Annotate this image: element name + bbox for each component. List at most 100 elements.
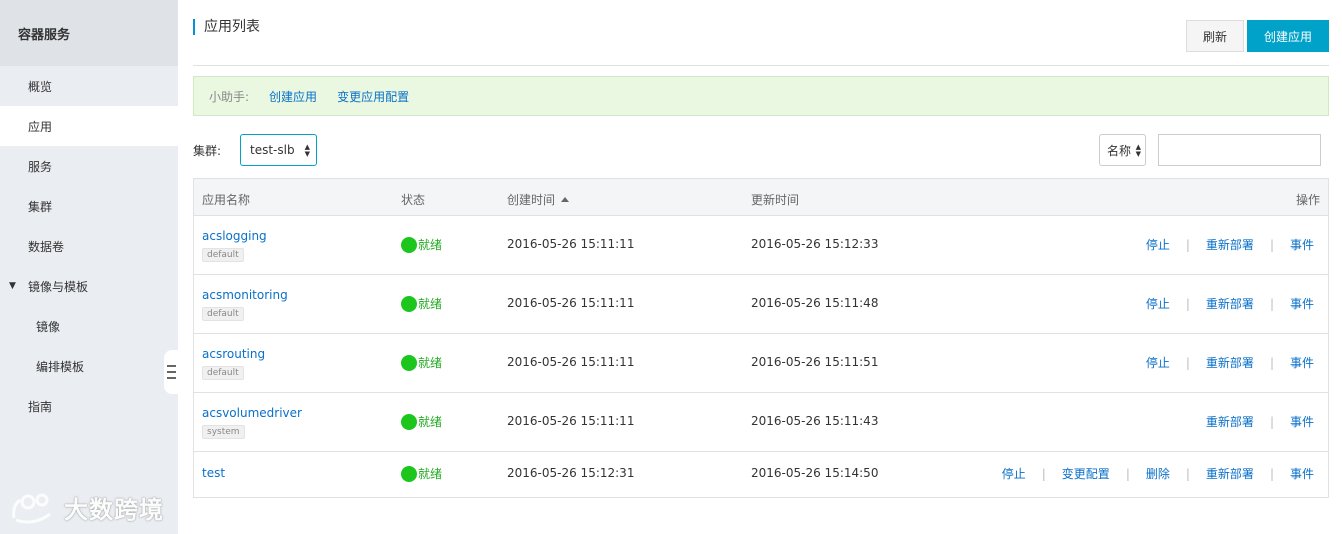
action-separator: | [1125, 466, 1130, 481]
sort-asc-icon [561, 197, 570, 202]
updated-time: 2016-05-26 15:11:48 [751, 296, 879, 310]
helper-link-create-app[interactable]: 创建应用 [269, 88, 317, 105]
row-actions: 停止 | 变更配置 | 删除 | 重新部署 | 事件 [1002, 465, 1314, 482]
cluster-select-value: test-slb [250, 143, 295, 157]
events-action[interactable]: 事件 [1290, 465, 1314, 482]
created-time: 2016-05-26 15:11:11 [507, 296, 635, 310]
events-action[interactable]: 事件 [1290, 413, 1314, 430]
redeploy-action[interactable]: 重新部署 [1206, 236, 1254, 253]
app-tag: default [202, 366, 244, 380]
action-separator: | [1269, 414, 1274, 429]
app-name-link[interactable]: test [202, 466, 225, 480]
sidebar-item-services[interactable]: 服务 [0, 146, 178, 186]
status-text: 就绪 [418, 356, 443, 370]
change-config-action[interactable]: 变更配置 [1062, 465, 1110, 482]
page-title: 应用列表 [193, 19, 260, 35]
stop-action[interactable]: 停止 [1146, 295, 1170, 312]
col-header-created[interactable]: 创建时间 [507, 191, 570, 208]
stop-action[interactable]: 停止 [1002, 465, 1026, 482]
helper-bar: 小助手: 创建应用 变更应用配置 [193, 76, 1329, 116]
sidebar-title: 容器服务 [0, 0, 178, 66]
action-separator: | [1269, 355, 1274, 370]
events-action[interactable]: 事件 [1290, 295, 1314, 312]
status-dot-icon [401, 465, 417, 482]
updated-time: 2016-05-26 15:11:51 [751, 355, 879, 369]
stop-action[interactable]: 停止 [1146, 236, 1170, 253]
status-badge: 就绪 [401, 465, 442, 482]
stop-action[interactable]: 停止 [1146, 354, 1170, 371]
table-row: acsrouting default 就绪 2016-05-26 15:11:1… [194, 334, 1328, 393]
sidebar-item-images[interactable]: 镜像 [0, 306, 178, 346]
search-field-select-value: 名称 [1107, 143, 1132, 158]
action-separator: | [1269, 296, 1274, 311]
table-row: acsvolumedriver system 就绪 2016-05-26 15:… [194, 393, 1328, 452]
col-header-updated: 更新时间 [751, 193, 800, 207]
status-badge: 就绪 [401, 295, 442, 312]
refresh-button[interactable]: 刷新 [1186, 20, 1244, 52]
app-table: 应用名称 状态 创建时间 更新时间 操作 acslogging default … [193, 178, 1329, 498]
updated-time: 2016-05-26 15:12:33 [751, 237, 879, 251]
status-dot-icon [401, 354, 417, 371]
sidebar-item-volumes[interactable]: 数据卷 [0, 226, 178, 266]
status-dot-icon [401, 236, 417, 253]
table-row: test 就绪 2016-05-26 15:12:31 2016-05-26 1… [194, 452, 1328, 497]
created-time: 2016-05-26 15:11:11 [507, 237, 635, 251]
app-name-link[interactable]: acsmonitoring [202, 288, 288, 302]
redeploy-action[interactable]: 重新部署 [1206, 465, 1254, 482]
sidebar-item-guide[interactable]: 指南 [0, 386, 178, 426]
app-tag: system [202, 425, 245, 439]
watermark-logo-icon [12, 493, 51, 523]
action-separator: | [1185, 237, 1190, 252]
app-name-link[interactable]: acsvolumedriver [202, 406, 302, 420]
row-actions: 停止 | 重新部署 | 事件 [1146, 236, 1314, 253]
redeploy-action[interactable]: 重新部署 [1206, 413, 1254, 430]
cluster-select[interactable]: test-slb ▲ ▼ [240, 134, 317, 166]
action-separator: | [1269, 237, 1274, 252]
updated-time: 2016-05-26 15:11:43 [751, 414, 879, 428]
col-header-status: 状态 [401, 193, 426, 207]
row-actions: 停止 | 重新部署 | 事件 [1146, 295, 1314, 312]
app-name-link[interactable]: acsrouting [202, 347, 265, 361]
app-tag: default [202, 307, 244, 321]
sidebar-item-applications[interactable]: 应用 [0, 106, 178, 146]
redeploy-action[interactable]: 重新部署 [1206, 354, 1254, 371]
sidebar-item-clusters[interactable]: 集群 [0, 186, 178, 226]
app-name-link[interactable]: acslogging [202, 229, 267, 243]
action-separator: | [1185, 296, 1190, 311]
status-text: 就绪 [418, 467, 443, 481]
action-separator: | [1185, 466, 1190, 481]
sidebar-item-orchestration-templates[interactable]: 编排模板 [0, 346, 178, 386]
status-dot-icon [401, 295, 417, 312]
events-action[interactable]: 事件 [1290, 354, 1314, 371]
created-time: 2016-05-26 15:11:11 [507, 355, 635, 369]
table-row: acsmonitoring default 就绪 2016-05-26 15:1… [194, 275, 1328, 334]
app-tag: default [202, 248, 244, 262]
events-action[interactable]: 事件 [1290, 236, 1314, 253]
sidebar-group-images-templates[interactable]: ▼ 镜像与模板 [0, 266, 178, 306]
sidebar-collapse-handle[interactable] [164, 350, 178, 394]
caret-down-icon: ▼ [9, 281, 16, 291]
sidebar-group-label: 镜像与模板 [28, 279, 89, 294]
select-arrows-icon: ▲ ▼ [1135, 143, 1141, 158]
created-time: 2016-05-26 15:11:11 [507, 414, 635, 428]
helper-label: 小助手: [209, 89, 250, 104]
sidebar-item-overview[interactable]: 概览 [0, 66, 178, 106]
action-separator: | [1269, 466, 1274, 481]
action-separator: | [1185, 355, 1190, 370]
table-row: acslogging default 就绪 2016-05-26 15:11:1… [194, 216, 1328, 275]
redeploy-action[interactable]: 重新部署 [1206, 295, 1254, 312]
cluster-label: 集群: [193, 144, 222, 158]
search-field-select[interactable]: 名称 ▲ ▼ [1099, 134, 1146, 166]
helper-link-change-config[interactable]: 变更应用配置 [337, 88, 409, 105]
row-actions: 停止 | 重新部署 | 事件 [1146, 354, 1314, 371]
action-separator: | [1041, 466, 1046, 481]
col-header-actions: 操作 [1295, 193, 1320, 207]
status-badge: 就绪 [401, 413, 442, 430]
create-app-button[interactable]: 创建应用 [1247, 20, 1329, 52]
search-input[interactable] [1158, 134, 1321, 166]
delete-action[interactable]: 删除 [1146, 465, 1170, 482]
filter-row: 集群: test-slb ▲ ▼ 名称 ▲ ▼ [193, 134, 1329, 166]
created-time: 2016-05-26 15:12:31 [507, 466, 635, 480]
col-header-created-label: 创建时间 [507, 193, 556, 207]
updated-time: 2016-05-26 15:14:50 [751, 466, 879, 480]
